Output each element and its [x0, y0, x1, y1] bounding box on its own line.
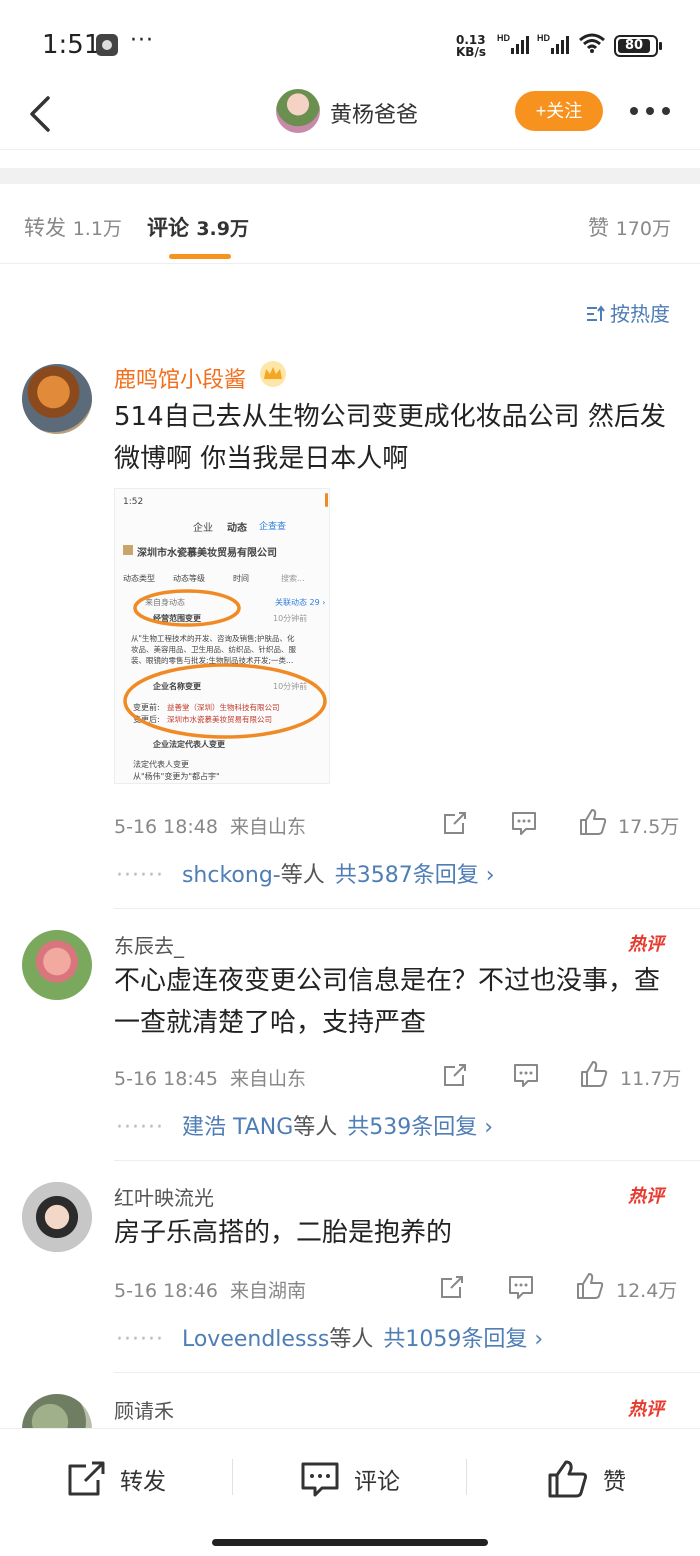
crown-icon: [260, 361, 286, 387]
commenter-avatar[interactable]: [22, 364, 92, 434]
active-tab-indicator: [169, 254, 231, 259]
comment-text: 不心虚连夜变更公司信息是在？不过也没事，查一查就清楚了哈，支持严查: [114, 966, 661, 1038]
like-icon[interactable]: [575, 1271, 605, 1301]
signal-icon-2: HD: [537, 33, 569, 54]
comment-divider: [114, 1372, 700, 1373]
comment-divider: [114, 908, 700, 909]
like-icon[interactable]: [578, 807, 608, 837]
like-count: 12.4万: [616, 1280, 678, 1302]
commenter-name[interactable]: 鹿鸣馆小段酱: [114, 362, 246, 394]
author-avatar[interactable]: [276, 89, 320, 133]
app-notification-icon: [96, 34, 118, 56]
reply-summary[interactable]: ······ 建浩 TANG等人 共539条回复 ›: [116, 1109, 493, 1141]
comment-meta: 5-16 18:45 来自山东: [114, 1068, 307, 1090]
svg-text:HD: HD: [537, 33, 550, 43]
top-nav: 黄杨爸爸 +关注: [0, 80, 700, 150]
tab-bar: 转发 1.1万 评论 3.9万 赞 170万: [0, 184, 700, 264]
bottom-action-bar: 转发 评论 赞: [0, 1428, 700, 1556]
section-divider: [0, 168, 700, 184]
reply-summary[interactable]: ······ shckong-等人 共3587条回复 ›: [116, 857, 495, 889]
tab-reposts[interactable]: 转发 1.1万: [24, 212, 122, 242]
reply-summary[interactable]: ······ Loveendlesss等人 共1059条回复 ›: [116, 1321, 543, 1353]
commenter-name[interactable]: 顾请禾: [114, 1395, 174, 1424]
more-notifications-icon: ···: [130, 28, 154, 53]
comment-meta: 5-16 18:48 来自山东: [114, 816, 307, 838]
repost-icon[interactable]: [441, 809, 469, 837]
commenter-avatar[interactable]: [22, 930, 92, 1000]
hot-comment-badge: 热评: [628, 1186, 664, 1207]
commenter-name[interactable]: 红叶映流光: [114, 1182, 214, 1211]
comment-icon[interactable]: [507, 1273, 535, 1301]
like-icon[interactable]: [579, 1059, 609, 1089]
home-indicator[interactable]: [212, 1539, 488, 1546]
comment-icon[interactable]: [510, 809, 538, 837]
svg-text:HD: HD: [497, 33, 510, 43]
comment-image[interactable]: 1:52 企业 动态 企查查 深圳市水瓷慕美妆贸易有限公司 动态类型 动态等级 …: [114, 488, 330, 784]
comment-button[interactable]: 评论: [300, 1459, 400, 1499]
wifi-icon: [579, 33, 605, 53]
battery-level: 80: [618, 39, 650, 53]
commenter-name[interactable]: 东辰去_: [114, 930, 184, 959]
status-bar: 1:51 ··· 0.13 KB/s HD HD 80: [0, 0, 700, 88]
comment-icon: [301, 1462, 339, 1497]
comment-icon[interactable]: [512, 1061, 540, 1089]
repost-icon[interactable]: [441, 1061, 469, 1089]
tab-comments[interactable]: 评论 3.9万: [147, 212, 249, 242]
repost-icon: [68, 1461, 105, 1496]
like-count: 17.5万: [618, 816, 680, 838]
network-speed: 0.13 KB/s: [456, 33, 486, 59]
bottom-divider: [466, 1459, 467, 1495]
tab-likes[interactable]: 赞 170万: [588, 212, 671, 242]
like-button[interactable]: 赞: [547, 1459, 626, 1499]
comment-text: 514自己去从生物公司变更成化妆品公司 然后发微博啊 你当我是日本人啊: [114, 402, 666, 474]
comment-meta: 5-16 18:46 来自湖南: [114, 1280, 307, 1302]
commenter-avatar[interactable]: [22, 1182, 92, 1252]
sort-by-hot[interactable]: 按热度: [586, 298, 670, 327]
comment-divider: [114, 1160, 700, 1161]
author-name[interactable]: 黄杨爸爸: [330, 97, 418, 129]
repost-icon[interactable]: [438, 1273, 466, 1301]
status-time: 1:51: [42, 30, 101, 60]
more-options-icon[interactable]: [628, 98, 672, 124]
sort-icon: [587, 305, 605, 321]
like-icon: [548, 1460, 588, 1498]
orange-circle-annotations: [123, 589, 327, 739]
battery-icon: 80: [614, 35, 662, 57]
back-icon[interactable]: [22, 92, 62, 136]
bottom-divider: [232, 1459, 233, 1495]
follow-button[interactable]: +关注: [515, 91, 603, 131]
like-count: 11.7万: [620, 1068, 682, 1090]
repost-button[interactable]: 转发: [66, 1459, 166, 1499]
signal-icon: HD: [497, 33, 529, 54]
hot-comment-badge: 热评: [628, 1399, 664, 1420]
comment-text: 房子乐高搭的，二胎是抱养的: [114, 1218, 453, 1248]
hot-comment-badge: 热评: [628, 934, 664, 955]
